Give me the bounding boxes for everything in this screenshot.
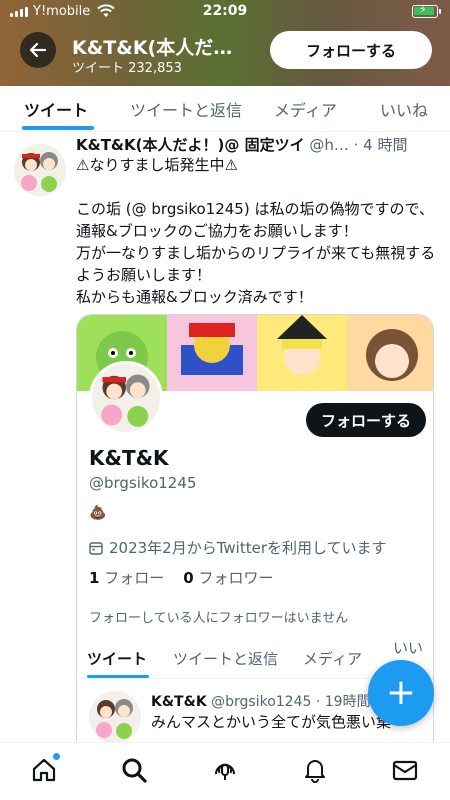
following-label: フォロー xyxy=(99,569,165,587)
compose-tweet-button[interactable]: + xyxy=(368,660,434,726)
card-bio-emoji: 💩 xyxy=(89,505,107,521)
card-preview-avatar xyxy=(89,691,141,742)
tweet-author-name[interactable]: K&T&K(本人だよ！)@ 固定ツイ xyxy=(76,136,305,154)
home-unread-dot xyxy=(53,753,60,760)
card-avatar xyxy=(89,361,163,435)
card-tab-tweets: ツイート xyxy=(87,649,148,668)
nav-search[interactable] xyxy=(119,755,149,785)
card-joined-date: 2023年2月からTwitterを利用しています xyxy=(89,537,387,558)
avatar[interactable] xyxy=(14,144,66,196)
followers-count: 0 xyxy=(183,569,194,587)
tweet-time[interactable]: · 4 時間 xyxy=(349,136,408,154)
bottom-navigation xyxy=(0,742,450,800)
clock: 22:09 xyxy=(202,3,248,19)
nav-messages[interactable] xyxy=(390,755,420,785)
card-preview-time: · 19時間 xyxy=(311,694,371,710)
avatar-illustration xyxy=(89,691,141,742)
card-follow-stats: 1 フォロー 0 フォロワー xyxy=(89,567,274,588)
nav-home[interactable] xyxy=(29,753,60,785)
profile-title: K&T&K(本人だ… xyxy=(72,37,233,59)
card-mutual-note: フォローしている人にフォロワーはいません xyxy=(89,611,349,626)
tweet-count: ツイート 232,853 xyxy=(72,61,182,76)
card-tab-replies: ツイートと返信 xyxy=(173,649,279,668)
tweet-text: ⚠なりすまし垢発生中⚠ この垢 (@ brgsiko1245) は私の垢の偽物で… xyxy=(76,156,436,306)
profile-header: Y!mobile 22:09 ⚡ K&T&K(本人だ… ツイート 232,853… xyxy=(0,0,450,86)
nav-spaces[interactable] xyxy=(210,755,240,785)
calendar-icon xyxy=(89,541,103,555)
tab-tweets-and-replies[interactable]: ツイートと返信 xyxy=(130,86,242,132)
profile-tabs: ツイート ツイートと返信 メディア いいね xyxy=(0,86,450,132)
search-icon xyxy=(122,758,147,783)
status-bar: Y!mobile 22:09 ⚡ xyxy=(0,0,450,24)
followers-label: フォロワー xyxy=(193,569,274,587)
following-count: 1 xyxy=(89,569,100,587)
tab-likes[interactable]: いいね xyxy=(380,86,428,132)
tweet-author-handle: @h… xyxy=(304,136,349,154)
card-active-tab-indicator xyxy=(87,675,149,678)
nav-notifications[interactable] xyxy=(300,755,330,785)
home-icon xyxy=(32,758,56,782)
avatar-illustration xyxy=(92,364,160,432)
card-joined-text: 2023年2月からTwitterを利用しています xyxy=(109,539,387,557)
spaces-icon xyxy=(215,763,235,780)
card-tab-media: メディア xyxy=(303,649,362,668)
battery-icon: ⚡ xyxy=(412,3,441,18)
card-profile-name: K&T&K xyxy=(89,446,169,470)
plus-icon: + xyxy=(385,672,417,713)
avatar-illustration xyxy=(14,144,66,196)
active-tab-indicator xyxy=(22,126,94,130)
tweet[interactable]: K&T&K(本人だよ！)@ 固定ツイ @h… · 4 時間 ⚠なりすまし垢発生中… xyxy=(0,132,450,742)
follow-button[interactable]: フォローする xyxy=(270,31,432,69)
tweet-header: K&T&K(本人だよ！)@ 固定ツイ @h… · 4 時間 xyxy=(76,134,446,155)
card-profile-handle: @brgsiko1245 xyxy=(89,474,197,492)
bell-icon xyxy=(305,760,325,783)
mail-icon xyxy=(392,760,418,781)
card-follow-button: フォローする xyxy=(306,403,426,437)
arrow-left-icon xyxy=(29,42,47,58)
tab-media[interactable]: メディア xyxy=(274,86,337,132)
back-button[interactable] xyxy=(20,32,56,68)
card-preview-name: K&T&K xyxy=(151,694,207,710)
card-preview-handle: @brgsiko1245 xyxy=(206,694,312,710)
